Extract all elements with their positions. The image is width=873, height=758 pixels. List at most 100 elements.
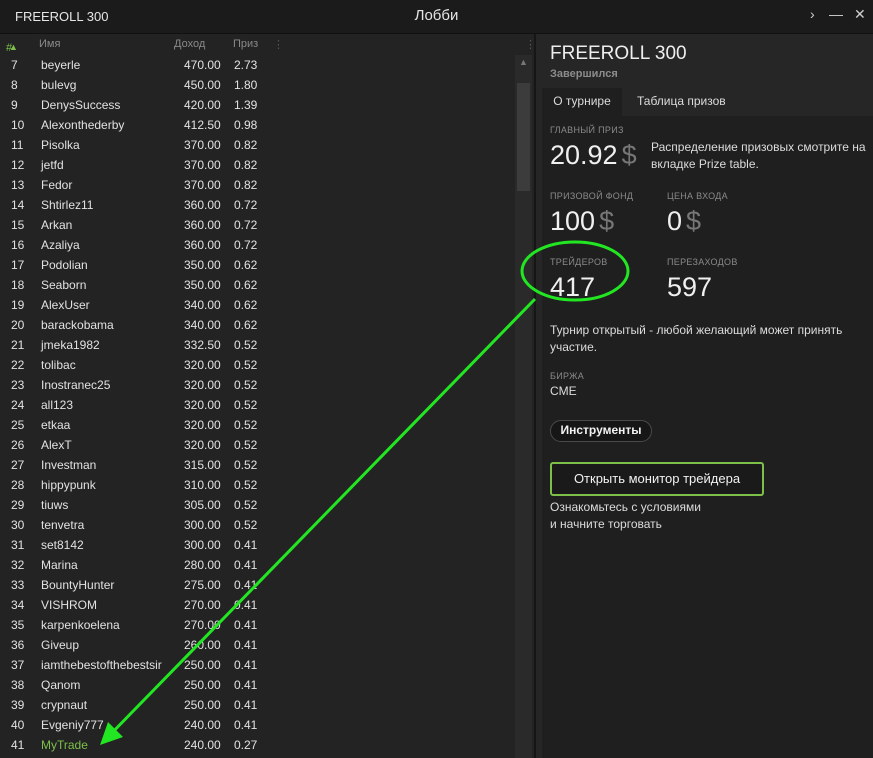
income-cell: 270.00 [184, 598, 221, 612]
income-cell: 332.50 [184, 338, 221, 352]
trader-name-cell: Azaliya [41, 238, 80, 252]
income-cell: 412.50 [184, 118, 221, 132]
title-bar: FREEROLL 300 Лобби › — ✕ [0, 0, 873, 34]
rank-cell: 29 [11, 498, 25, 512]
table-row[interactable]: 14 Shtirlez11 360.00 0.72 [0, 195, 515, 215]
trader-name-cell: barackobama [41, 318, 114, 332]
table-row[interactable]: 41 MyTrade 240.00 0.27 [0, 735, 515, 755]
table-row[interactable]: 24 all123 320.00 0.52 [0, 395, 515, 415]
tournament-tabs: О турнире Таблица призов [536, 88, 873, 116]
table-row[interactable]: 13 Fedor 370.00 0.82 [0, 175, 515, 195]
table-row[interactable]: 7 beyerle 470.00 2.73 [0, 55, 515, 75]
table-row[interactable]: 22 tolibac 320.00 0.52 [0, 355, 515, 375]
income-cell: 300.00 [184, 538, 221, 552]
rank-cell: 23 [11, 378, 25, 392]
tab-about[interactable]: О турнире [542, 88, 622, 116]
tournament-status: Завершился [550, 68, 618, 80]
column-header-income[interactable]: Доход [174, 38, 205, 50]
table-row[interactable]: 31 set8142 300.00 0.41 [0, 535, 515, 555]
table-row[interactable]: 21 jmeka1982 332.50 0.52 [0, 335, 515, 355]
trader-name-cell: AlexT [41, 438, 72, 452]
table-row[interactable]: 26 AlexT 320.00 0.52 [0, 435, 515, 455]
rank-cell: 12 [11, 158, 25, 172]
income-cell: 250.00 [184, 678, 221, 692]
close-icon[interactable]: ✕ [854, 6, 866, 23]
trader-name-cell: Qanom [41, 678, 81, 692]
trader-name-cell: hippypunk [41, 478, 96, 492]
rank-cell: 19 [11, 298, 25, 312]
income-cell: 270.00 [184, 618, 221, 632]
prize-cell: 0.72 [234, 218, 258, 232]
table-row[interactable]: 8 bulevg 450.00 1.80 [0, 75, 515, 95]
table-row[interactable]: 32 Marina 280.00 0.41 [0, 555, 515, 575]
trader-name-cell: Giveup [41, 638, 80, 652]
traders-value: 417 [550, 272, 596, 302]
table-row[interactable]: 23 Inostranec25 320.00 0.52 [0, 375, 515, 395]
table-row[interactable]: 29 tiuws 305.00 0.52 [0, 495, 515, 515]
scrollbar-thumb[interactable] [517, 83, 530, 191]
trader-name-cell: jmeka1982 [41, 338, 100, 352]
table-row[interactable]: 11 Pisolka 370.00 0.82 [0, 135, 515, 155]
income-cell: 320.00 [184, 438, 221, 452]
table-row[interactable]: 36 Giveup 260.00 0.41 [0, 635, 515, 655]
open-trader-monitor-button[interactable]: Открыть монитор трейдера [550, 462, 764, 496]
scroll-up-icon[interactable]: ▲ [515, 57, 532, 67]
trader-name-cell: beyerle [41, 58, 81, 72]
income-cell: 240.00 [184, 718, 221, 732]
chevron-right-icon[interactable]: › [810, 6, 815, 22]
trader-name-cell: Fedor [41, 178, 73, 192]
scrollbar[interactable]: ▲ [515, 55, 532, 758]
table-row[interactable]: 25 etkaa 320.00 0.52 [0, 415, 515, 435]
income-cell: 370.00 [184, 158, 221, 172]
trader-name-cell: MyTrade [41, 738, 88, 752]
table-row[interactable]: 10 Alexonthederby 412.50 0.98 [0, 115, 515, 135]
prize-cell: 0.52 [234, 358, 258, 372]
entry-price-label: ЦЕНА ВХОДА [667, 191, 728, 201]
table-row[interactable]: 39 crypnaut 250.00 0.41 [0, 695, 515, 715]
prize-cell: 0.52 [234, 438, 258, 452]
minimize-icon[interactable]: — [829, 6, 843, 22]
column-resize-handle-icon[interactable]: ⋮ [273, 38, 284, 51]
rank-cell: 31 [11, 538, 25, 552]
open-tournament-note: Турнир открытый - любой желающий может п… [550, 323, 843, 354]
table-row[interactable]: 12 jetfd 370.00 0.82 [0, 155, 515, 175]
prize-fund-value: 100 $ [550, 206, 615, 236]
rank-cell: 35 [11, 618, 25, 632]
column-header-prize[interactable]: Приз [233, 38, 258, 50]
table-row[interactable]: 33 BountyHunter 275.00 0.41 [0, 575, 515, 595]
conditions-note-line2: и начните торговать [550, 517, 662, 531]
table-row[interactable]: 19 AlexUser 340.00 0.62 [0, 295, 515, 315]
table-row[interactable]: 9 DenysSuccess 420.00 1.39 [0, 95, 515, 115]
trader-name-cell: AlexUser [41, 298, 90, 312]
table-row[interactable]: 35 karpenkoelena 270.00 0.41 [0, 615, 515, 635]
table-row[interactable]: 18 Seaborn 350.00 0.62 [0, 275, 515, 295]
table-row[interactable]: 38 Qanom 250.00 0.41 [0, 675, 515, 695]
tab-prize-table[interactable]: Таблица призов [637, 88, 726, 116]
rank-cell: 18 [11, 278, 25, 292]
table-row[interactable]: 28 hippypunk 310.00 0.52 [0, 475, 515, 495]
table-row[interactable]: 37 iamthebestofthebestsir 250.00 0.41 [0, 655, 515, 675]
table-row[interactable]: 40 Evgeniy777 240.00 0.41 [0, 715, 515, 735]
table-row[interactable]: 16 Azaliya 360.00 0.72 [0, 235, 515, 255]
instruments-button[interactable]: Инструменты [550, 420, 652, 442]
trader-name-cell: BountyHunter [41, 578, 115, 592]
prize-cell: 1.80 [234, 78, 258, 92]
table-row[interactable]: 17 Podolian 350.00 0.62 [0, 255, 515, 275]
prize-cell: 0.82 [234, 178, 258, 192]
prize-cell: 0.41 [234, 618, 258, 632]
prize-cell: 0.52 [234, 418, 258, 432]
currency-symbol: $ [686, 206, 702, 236]
table-row[interactable]: 20 barackobama 340.00 0.62 [0, 315, 515, 335]
income-cell: 315.00 [184, 458, 221, 472]
trader-name-cell: DenysSuccess [41, 98, 121, 112]
table-row[interactable]: 27 Investman 315.00 0.52 [0, 455, 515, 475]
exchange-value: CME [550, 384, 577, 398]
prize-cell: 0.41 [234, 698, 258, 712]
table-row[interactable]: 30 tenvetra 300.00 0.52 [0, 515, 515, 535]
table-row[interactable]: 34 VISHROM 270.00 0.41 [0, 595, 515, 615]
table-row[interactable]: 15 Arkan 360.00 0.72 [0, 215, 515, 235]
window-title: Лобби [414, 7, 459, 24]
prize-cell: 0.52 [234, 378, 258, 392]
rank-cell: 22 [11, 358, 25, 372]
column-header-name[interactable]: Имя [39, 38, 60, 50]
